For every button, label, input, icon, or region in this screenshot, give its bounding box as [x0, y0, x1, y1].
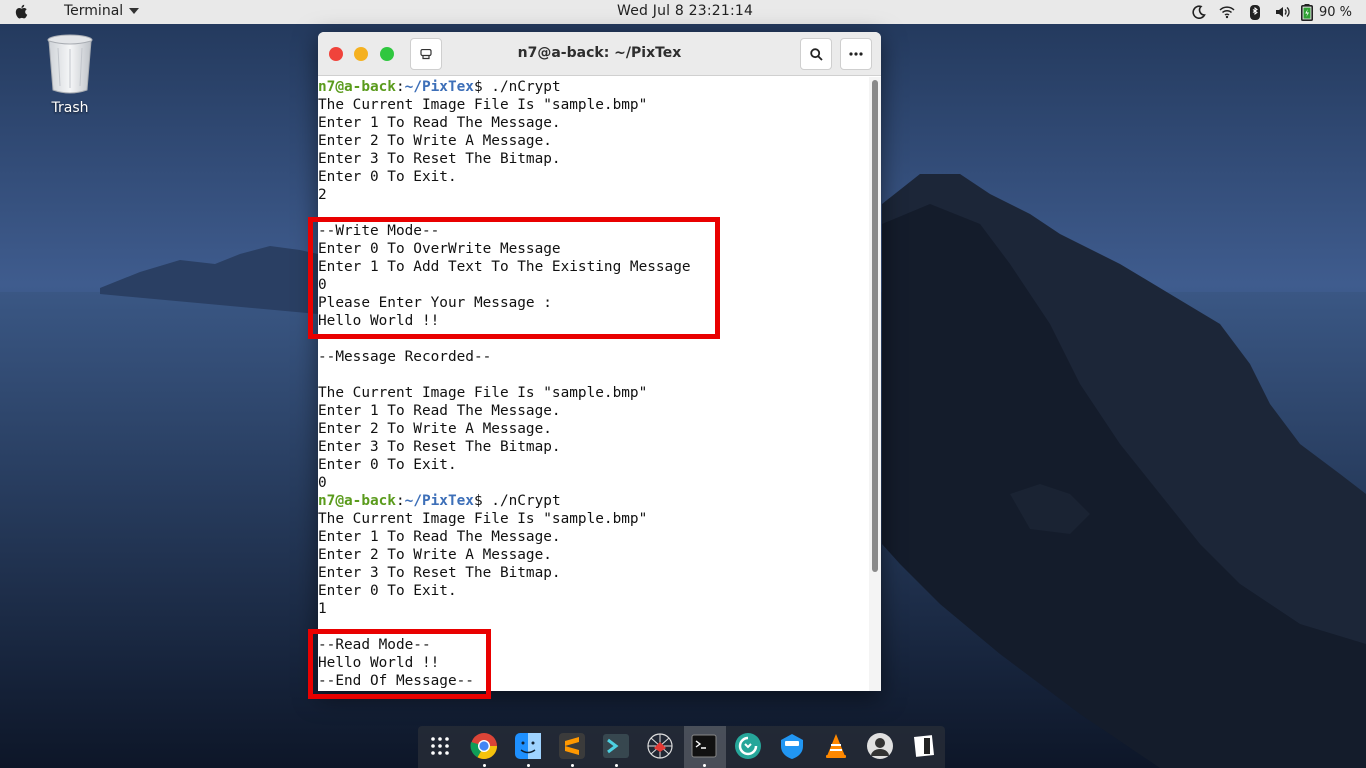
night-mode-icon[interactable] [1185, 0, 1213, 24]
terminal-line: 0 [318, 277, 327, 293]
apple-icon[interactable] [14, 3, 30, 20]
terminal-output[interactable]: n7@a-back:~/PixTex$ ./nCrypt The Current … [318, 77, 869, 691]
prompt-path: ~/PixTex [404, 79, 474, 95]
running-indicator [483, 764, 486, 767]
terminal-line: Enter 1 To Read The Message. [318, 529, 561, 545]
grid-icon[interactable] [425, 731, 455, 761]
terminal-icon[interactable] [689, 731, 719, 767]
terminal-line: Enter 0 To Exit. [318, 169, 457, 185]
terminal-line: Please Enter Your Message : [318, 295, 552, 311]
terminal-line: 2 [318, 187, 327, 203]
terminal-line: Enter 1 To Read The Message. [318, 403, 561, 419]
terminal-line: Enter 3 To Reset The Bitmap. [318, 151, 561, 167]
battery-percent: 90 % [1318, 4, 1352, 20]
wifi-icon[interactable] [1213, 0, 1241, 24]
terminal-line: Enter 0 To Exit. [318, 583, 457, 599]
search-icon [809, 47, 823, 61]
running-indicator [703, 764, 706, 767]
terminal-line: Enter 2 To Write A Message. [318, 421, 552, 437]
terminal-line: The Current Image File Is "sample.bmp" [318, 511, 648, 527]
prompt-separator: : [395, 79, 405, 95]
avatar-icon[interactable] [865, 731, 895, 761]
trash-desktop-icon[interactable]: Trash [38, 34, 102, 116]
terminal-line: Enter 2 To Write A Message. [318, 133, 552, 149]
terminal-line: 1 [318, 601, 327, 617]
trash-label: Trash [51, 100, 89, 116]
terminal-line: Enter 2 To Write A Message. [318, 547, 552, 563]
terminal-line: --Message Recorded-- [318, 349, 492, 365]
volume-icon[interactable] [1269, 0, 1297, 24]
terminal-line: --End Of Message-- [318, 673, 474, 689]
clock[interactable]: Wed Jul 8 23:21:14 [617, 3, 753, 19]
prompt-command: $ ./nCrypt [473, 493, 561, 509]
battery-icon [1300, 3, 1313, 21]
terminal-line: Hello World !! [318, 313, 440, 329]
window-titlebar[interactable]: n7@a-back: ~/PixTex [318, 32, 881, 76]
system-tray: 90 % [1185, 0, 1366, 24]
bluetooth-icon[interactable] [1241, 0, 1269, 24]
vlc-icon[interactable] [821, 731, 851, 761]
app-menu-label: Terminal [64, 3, 124, 19]
terminal-line: Enter 3 To Reset The Bitmap. [318, 565, 561, 581]
scrollbar[interactable] [869, 77, 881, 691]
notes-icon[interactable] [909, 731, 939, 761]
menu-bar: Terminal Wed Jul 8 23:21:14 90 % [0, 0, 1366, 24]
terminal-window: n7@a-back: ~/PixTex n7@a-back:~/PixTex$ … [318, 32, 881, 691]
prompt-command: $ ./nCrypt [473, 79, 561, 95]
terminal-line: Enter 1 To Add Text To The Existing Mess… [318, 259, 691, 275]
running-indicator [571, 764, 574, 767]
terminal-line: Enter 3 To Reset The Bitmap. [318, 439, 561, 455]
dock [418, 726, 945, 768]
chrome-icon[interactable] [469, 731, 499, 767]
terminal-line: 0 [318, 475, 327, 491]
vpn-icon[interactable] [777, 731, 807, 761]
scrollbar-thumb[interactable] [872, 80, 878, 572]
battery-indicator[interactable]: 90 % [1300, 3, 1352, 21]
terminal-line: The Current Image File Is "sample.bmp" [318, 385, 648, 401]
prompt-line: n7@a-back:~/PixTex$ ./nCrypt [318, 78, 869, 96]
prompt-line: n7@a-back:~/PixTex$ ./nCrypt [318, 492, 869, 510]
terminal-line: --Write Mode-- [318, 223, 440, 239]
terminal-line: The Current Image File Is "sample.bmp" [318, 97, 648, 113]
running-indicator [527, 764, 530, 767]
terminal-alt-icon[interactable] [601, 731, 631, 767]
prompt-user: n7@a-back [318, 79, 396, 95]
menu-button[interactable] [840, 38, 872, 70]
prompt-user: n7@a-back [318, 493, 396, 509]
terminal-line: --Read Mode-- [318, 637, 431, 653]
prompt-separator: : [395, 493, 405, 509]
terminal-line: Enter 0 To OverWrite Message [318, 241, 561, 257]
finder-icon[interactable] [513, 731, 543, 767]
network-icon[interactable] [645, 731, 675, 761]
terminal-line: Enter 1 To Read The Message. [318, 115, 561, 131]
update-icon[interactable] [733, 731, 763, 761]
running-indicator [615, 764, 618, 767]
terminal-line: Enter 0 To Exit. [318, 457, 457, 473]
sublime-icon[interactable] [557, 731, 587, 767]
terminal-line: Hello World !! [318, 655, 440, 671]
caret-down-icon [129, 8, 140, 14]
window-title: n7@a-back: ~/PixTex [517, 45, 682, 61]
app-menu[interactable]: Terminal [64, 3, 140, 19]
prompt-path: ~/PixTex [404, 493, 474, 509]
search-button[interactable] [800, 38, 832, 70]
trash-icon [47, 34, 93, 94]
more-icon [849, 52, 863, 56]
